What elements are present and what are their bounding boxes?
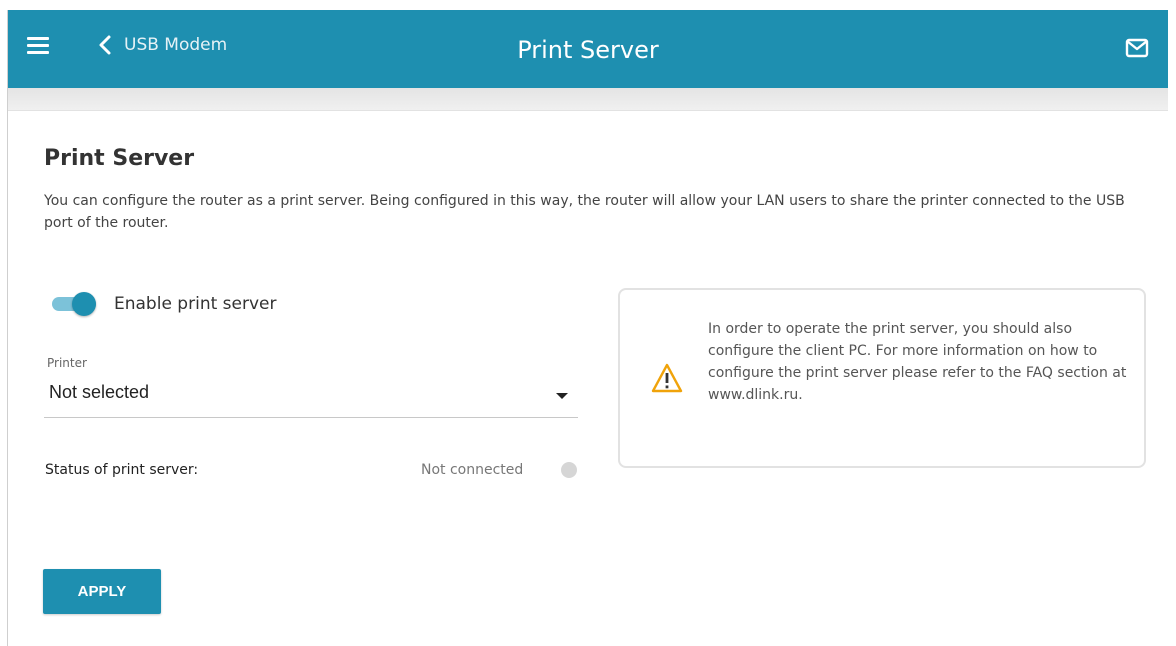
info-text: In order to operate the print server, yo…	[708, 321, 1127, 403]
printer-field-label: Printer	[47, 356, 87, 370]
status-indicator-icon	[561, 462, 577, 478]
section-title: Print Server	[44, 146, 195, 171]
status-label: Status of print server:	[45, 462, 199, 478]
printer-select[interactable]: Not selected	[44, 372, 578, 418]
enable-print-server-toggle[interactable]	[50, 291, 98, 317]
enable-print-server-label: Enable print server	[114, 294, 277, 314]
section-description: You can configure the router as a print …	[44, 193, 1125, 231]
mail-icon[interactable]	[1125, 38, 1149, 58]
top-navigation-bar: USB Modem Print Server	[8, 10, 1168, 88]
caret-down-icon	[556, 393, 568, 399]
enable-print-server-row: Enable print server	[50, 291, 276, 317]
toggle-knob	[72, 292, 96, 316]
warning-icon	[651, 363, 683, 393]
info-box: In order to operate the print server, yo…	[618, 288, 1146, 468]
status-value: Not connected	[421, 462, 524, 478]
header-shadow	[8, 88, 1168, 111]
main-content: Print Server You can configure the route…	[44, 140, 1154, 231]
page-title: Print Server	[517, 36, 659, 64]
printer-select-value: Not selected	[49, 382, 150, 402]
apply-button[interactable]: APPLY	[43, 569, 161, 614]
